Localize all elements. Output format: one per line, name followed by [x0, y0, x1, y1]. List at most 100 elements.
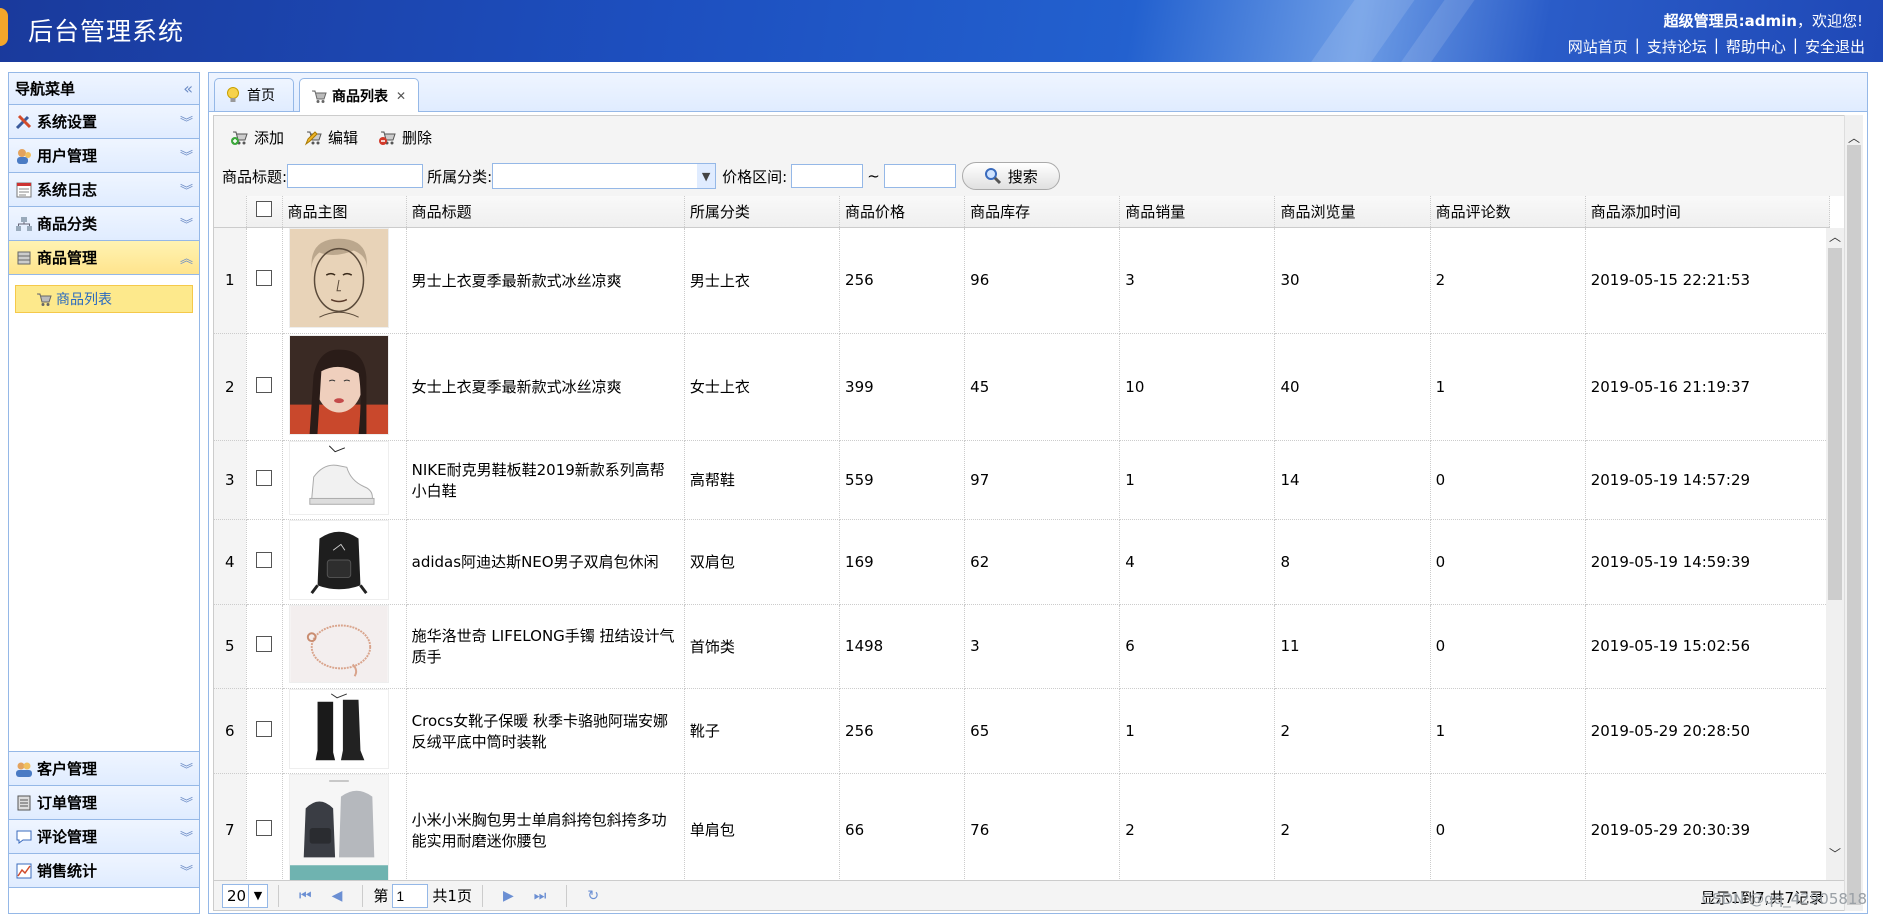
link-help[interactable]: 帮助中心: [1726, 36, 1786, 57]
sidebar-item-orders[interactable]: 订单管理 ︾: [9, 786, 199, 820]
row-checkbox[interactable]: [256, 376, 273, 393]
product-image: [288, 605, 389, 683]
tab-goods-list[interactable]: 商品列表 ✕: [299, 78, 419, 112]
table-header-row: 商品主图 商品标题 所属分类 商品价格 商品库存 商品销量 商品浏览量 商品评论…: [214, 196, 1831, 228]
link-logout[interactable]: 安全退出: [1805, 36, 1865, 57]
grid-scrollbar[interactable]: ︿ ﹀: [1826, 228, 1844, 880]
tab-label: 商品列表: [332, 88, 388, 105]
sidebar-item-settings[interactable]: 系统设置 ︾: [9, 105, 199, 139]
row-checkbox[interactable]: [256, 469, 273, 486]
price-cell: 1498: [839, 604, 966, 689]
toolbar: 添加 编辑 删除: [214, 116, 1844, 158]
product-image: [288, 773, 389, 880]
stock-cell: 65: [964, 688, 1121, 774]
table-row[interactable]: 1 男士上衣夏季最新款式冰丝凉爽 男士上衣 256 96 3 30 2 2019…: [214, 227, 1831, 334]
title-cell: adidas阿迪达斯NEO男子双肩包休闲: [406, 519, 685, 605]
page-scroll-thumb[interactable]: [1847, 145, 1861, 905]
edit-button[interactable]: 编辑: [304, 127, 358, 148]
row-checkbox[interactable]: [256, 551, 273, 568]
sidebar-item-logs[interactable]: 系统日志 ︾: [9, 173, 199, 207]
first-page-icon[interactable]: ⏮: [299, 888, 312, 904]
page-size-select[interactable]: 20 ▼: [222, 883, 268, 908]
grid-scroll-thumb[interactable]: [1828, 248, 1842, 600]
comments-cell: 0: [1430, 519, 1586, 605]
users-icon: [17, 148, 31, 164]
col-category[interactable]: 所属分类: [684, 196, 841, 228]
time-cell: 2019-05-29 20:30:39: [1585, 773, 1831, 880]
title-filter-input[interactable]: [287, 164, 424, 188]
prev-page-icon[interactable]: ◀: [332, 888, 343, 904]
select-all-checkbox[interactable]: [256, 201, 273, 218]
tools-icon: [15, 114, 32, 129]
sidebar-title: 导航菜单: [15, 80, 76, 98]
link-forum[interactable]: 支持论坛: [1647, 36, 1707, 57]
row-number: 4: [214, 519, 247, 605]
submenu-goods-list[interactable]: 商品列表: [15, 285, 193, 313]
sidebar-item-sales-stats[interactable]: 销售统计 ︾: [9, 854, 199, 888]
add-button[interactable]: 添加: [230, 127, 284, 148]
comments-icon: [16, 830, 32, 844]
tabs-bar: 首页 商品列表 ✕: [209, 73, 1867, 112]
table-row[interactable]: 6 Crocs女靴子保暖 秋季卡骆驰阿瑞安娜反绒平底中筒时装靴 靴子 256 6…: [214, 688, 1831, 774]
stock-cell: 45: [964, 333, 1121, 441]
sidebar-item-categories[interactable]: 商品分类 ︾: [9, 207, 199, 241]
admin-name: 超级管理员:admin: [1663, 12, 1797, 30]
next-page-icon[interactable]: ▶: [503, 888, 514, 904]
price-min-input[interactable]: [791, 164, 864, 188]
time-cell: 2019-05-19 14:59:39: [1585, 519, 1831, 605]
table-row[interactable]: 2 女士上衣夏季最新款式冰丝凉爽 女士上衣 399 45 10 40 1 201…: [214, 333, 1831, 441]
pager-divider: [278, 884, 279, 907]
image-cell: [282, 519, 407, 605]
time-cell: 2019-05-16 21:19:37: [1585, 333, 1831, 441]
row-checkbox[interactable]: [256, 720, 273, 737]
sidebar-item-users[interactable]: 用户管理 ︾: [9, 139, 199, 173]
delete-button[interactable]: 删除: [378, 127, 432, 148]
col-stock[interactable]: 商品库存: [964, 196, 1121, 228]
col-sales[interactable]: 商品销量: [1119, 196, 1276, 228]
add-cart-icon: [231, 131, 248, 145]
col-comments[interactable]: 商品评论数: [1430, 196, 1586, 228]
refresh-icon[interactable]: ↻: [587, 888, 599, 904]
sidebar-item-comments[interactable]: 评论管理 ︾: [9, 820, 199, 854]
col-title[interactable]: 商品标题: [406, 196, 685, 228]
price-range-label: 价格区间:: [722, 167, 788, 186]
category-select[interactable]: ▼: [492, 163, 717, 189]
image-cell: [282, 773, 407, 880]
chevron-down-icon[interactable]: ▼: [697, 164, 716, 188]
col-added-time[interactable]: 商品添加时间: [1585, 196, 1831, 228]
row-checkbox[interactable]: [256, 270, 273, 286]
row-check-cell: [246, 519, 283, 605]
sidebar-item-label: 评论管理: [37, 828, 98, 846]
row-number-header: [214, 196, 247, 228]
row-checkbox[interactable]: [256, 819, 273, 836]
sidebar-item-goods[interactable]: 商品管理 ︽: [9, 241, 199, 275]
time-cell: 2019-05-29 20:28:50: [1585, 688, 1831, 774]
col-price[interactable]: 商品价格: [839, 196, 966, 228]
link-home[interactable]: 网站首页: [1568, 36, 1628, 57]
table-row[interactable]: 3 NIKE耐克男鞋板鞋2019新款系列高帮小白鞋 高帮鞋 559 97 1 1…: [214, 440, 1831, 520]
time-cell: 2019-05-15 22:21:53: [1585, 227, 1831, 334]
sales-cell: 1: [1119, 440, 1276, 520]
last-page-icon[interactable]: ⏭: [534, 888, 547, 904]
table-row[interactable]: 5 施华洛世奇 LIFELONG手镯 扭结设计气质手 首饰类 1498 3 6 …: [214, 604, 1831, 689]
page-number-input[interactable]: [392, 883, 429, 908]
price-max-input[interactable]: [883, 164, 956, 188]
category-cell: 靴子: [684, 688, 841, 774]
row-number: 3: [214, 440, 247, 520]
tab-home[interactable]: 首页: [214, 78, 294, 111]
col-image[interactable]: 商品主图: [282, 196, 407, 228]
product-image: [288, 440, 389, 515]
table-row[interactable]: 7 小米小米胸包男士单肩斜挎包斜挎多功能实用耐磨迷你腰包 单肩包 66 76 2…: [214, 773, 1831, 880]
collapse-left-icon[interactable]: «: [183, 79, 193, 98]
sidebar-item-customers[interactable]: 客户管理 ︾: [9, 752, 199, 786]
close-icon[interactable]: ✕: [396, 89, 406, 103]
scroll-up-icon[interactable]: ︿: [1848, 129, 1860, 146]
row-checkbox[interactable]: [256, 636, 273, 652]
col-views[interactable]: 商品浏览量: [1274, 196, 1431, 228]
table-row[interactable]: 4 adidas阿迪达斯NEO男子双肩包休闲 双肩包 169 62 4 8 0 …: [214, 519, 1831, 605]
scroll-down-icon[interactable]: ﹀: [1829, 845, 1841, 862]
scroll-up-icon[interactable]: ︿: [1829, 228, 1841, 245]
search-button[interactable]: 搜索: [961, 162, 1060, 190]
row-number: 1: [214, 227, 247, 334]
page-scrollbar[interactable]: ︿: [1844, 115, 1863, 911]
